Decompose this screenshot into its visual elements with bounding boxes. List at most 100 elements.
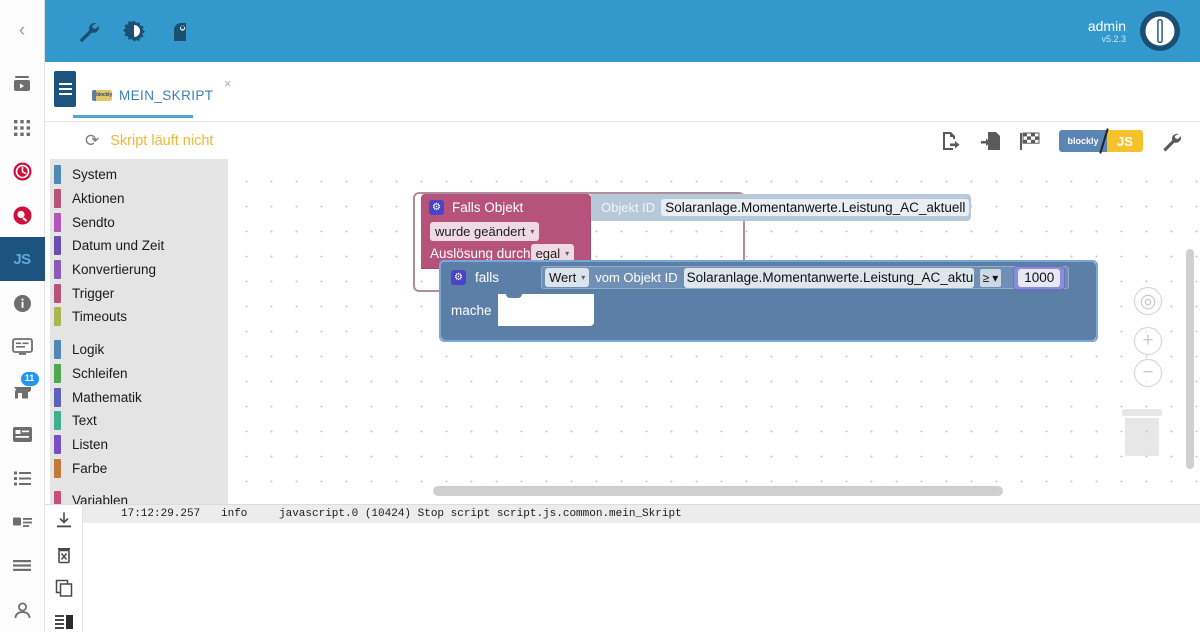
iobroker-logo[interactable]: [1138, 9, 1182, 53]
block-header: ⚙ Falls Objekt: [421, 194, 591, 220]
toolbox-item-schleifen[interactable]: Schleifen: [50, 362, 228, 386]
block-falls-objekt[interactable]: ⚙ Falls Objekt wurde geändert ▾ Auslösun…: [421, 194, 591, 269]
log-level: info: [221, 508, 248, 520]
minus-icon: −: [1134, 359, 1162, 387]
blockly-js-toggle[interactable]: blockly JS: [1059, 128, 1143, 154]
gear-icon[interactable]: ⚙: [451, 269, 466, 285]
toolbox-item-label: Variablen: [72, 493, 129, 504]
chevron-down-icon: ▾: [992, 270, 999, 285]
history-clock-icon: [13, 162, 31, 181]
script-tab[interactable]: blockly MEIN_SKRIPT ×: [90, 72, 231, 118]
category-color-swatch: [54, 458, 61, 478]
sidebar-item-logs[interactable]: [0, 325, 45, 369]
toolbox-item-listen[interactable]: Listen: [50, 433, 228, 457]
block-title: Falls Objekt: [452, 199, 524, 215]
sidebar-item-adapters[interactable]: [0, 106, 45, 150]
sidebar-item-files[interactable]: [0, 544, 45, 588]
vertical-scrollbar[interactable]: [1186, 249, 1194, 469]
toolbox-item-aktionen[interactable]: Aktionen: [50, 187, 228, 211]
horizontal-scrollbar[interactable]: [433, 486, 1003, 496]
sidebar-item-info[interactable]: [0, 281, 45, 325]
center-workspace-button[interactable]: ◎: [1134, 287, 1162, 315]
change-type-dropdown[interactable]: wurde geändert ▾: [430, 222, 540, 241]
sidebar-item-search[interactable]: [0, 193, 45, 237]
log-timestamp: 17:12:29.257: [121, 508, 201, 520]
toggle-script-list-button[interactable]: [54, 71, 76, 107]
topbar-user-area: admin v5.2.3: [1088, 9, 1182, 53]
zoom-out-button[interactable]: −: [1134, 359, 1162, 387]
category-color-swatch: [54, 283, 61, 303]
grid-icon: [14, 119, 30, 136]
collapse-drawer-button[interactable]: ‹: [0, 0, 45, 62]
toolbox-item-system[interactable]: System: [50, 163, 228, 187]
script-status-bar: ⟳ Skript läuft nicht blockly JS: [45, 123, 1200, 159]
toolbox-item-label: Listen: [72, 436, 109, 452]
wrench-icon[interactable]: [75, 18, 101, 44]
value-type-dropdown[interactable]: Wert ▾: [545, 268, 590, 287]
copy-log-icon[interactable]: [53, 578, 75, 599]
toolbox-item-logik[interactable]: Logik: [50, 338, 228, 362]
checkered-flag-icon[interactable]: [1019, 131, 1042, 151]
export-script-icon[interactable]: [941, 131, 963, 151]
clear-log-icon[interactable]: [53, 545, 75, 566]
toolbox-item-sendto[interactable]: Sendto: [50, 210, 228, 234]
sidebar-item-scripts[interactable]: JS: [0, 237, 45, 282]
sidebar-item-scenes[interactable]: [0, 62, 45, 106]
objekt-id-label: Objekt ID: [601, 200, 656, 215]
sidebar-item-objects[interactable]: [0, 457, 45, 501]
log-output[interactable]: 17:12:29.257 info javascript.0 (10424) S…: [83, 505, 1200, 632]
block-falls[interactable]: ⚙ falls Wert ▾ vom Objekt ID Solaranlage…: [441, 262, 1096, 340]
scenes-icon: [14, 75, 30, 91]
category-color-swatch: [54, 363, 61, 383]
blockly-canvas[interactable]: ⚙ Falls Objekt wurde geändert ▾ Auslösun…: [228, 159, 1200, 504]
contrast-icon[interactable]: [121, 18, 147, 44]
download-log-icon[interactable]: [53, 511, 75, 532]
sidebar-item-users[interactable]: [0, 588, 45, 632]
if-label: falls: [475, 269, 500, 285]
toolbox-item-text[interactable]: Text: [50, 409, 228, 433]
left-icon-rail: ‹ JS 11: [0, 0, 45, 632]
user-icon: [14, 602, 30, 618]
toolbox-item-label: Sendto: [72, 214, 115, 230]
log-layout-icon[interactable]: [53, 612, 75, 632]
trash-lid: [1122, 409, 1162, 416]
toolbox-item-trigger[interactable]: Trigger: [50, 281, 228, 305]
toolbox-item-timeouts[interactable]: Timeouts: [50, 305, 228, 329]
toolbox-item-mathematik[interactable]: Mathematik: [50, 385, 228, 409]
script-tab-strip: blockly MEIN_SKRIPT ×: [45, 62, 1200, 122]
sidebar-item-history[interactable]: [0, 150, 45, 194]
condition-objekt-id-value[interactable]: Solaranlage.Momentanwerte.Leistung_AC_ak…: [683, 267, 974, 288]
trigger-by-value: egal: [535, 246, 561, 261]
log-screen-icon: [11, 337, 33, 355]
category-color-swatch: [54, 307, 61, 327]
zoom-in-button[interactable]: +: [1134, 327, 1162, 355]
block-number[interactable]: 1000: [1013, 265, 1066, 290]
sidebar-item-enums[interactable]: [0, 500, 45, 544]
objekt-id-field-group: Objekt ID Solaranlage.Momentanwerte.Leis…: [591, 194, 972, 221]
comparison-operator-dropdown[interactable]: ≥ ▾: [979, 268, 1002, 287]
chevron-down-icon: ▾: [530, 227, 535, 236]
gear-icon[interactable]: ⚙: [429, 199, 444, 215]
script-settings-icon[interactable]: [1160, 130, 1182, 152]
close-icon[interactable]: ×: [224, 76, 232, 91]
category-color-swatch: [54, 340, 61, 360]
trash-can-icon[interactable]: [1122, 409, 1162, 456]
expert-mode-icon[interactable]: [167, 18, 193, 44]
trigger-by-dropdown[interactable]: egal ▾: [530, 244, 575, 263]
objekt-id-value[interactable]: Solaranlage.Momentanwerte.Leistung_AC_ak…: [661, 199, 970, 216]
toolbox-item-label: Farbe: [72, 460, 108, 476]
sidebar-item-store[interactable]: 11: [0, 369, 45, 413]
restart-script-icon[interactable]: ⟳: [85, 131, 99, 151]
import-script-icon[interactable]: [980, 131, 1002, 151]
toolbox-item-variablen[interactable]: Variablen: [50, 489, 228, 504]
toolbox-item-label: Mathematik: [72, 389, 142, 405]
javascript-icon: JS: [13, 250, 31, 268]
sidebar-item-instances[interactable]: [0, 413, 45, 457]
toolbox-item-konvertierung[interactable]: Konvertierung: [50, 258, 228, 282]
toolbox-item-datum-und-zeit[interactable]: Datum und Zeit: [50, 234, 228, 258]
blockly-editor: System Aktionen Sendto Datum und Zeit Ko…: [45, 159, 1200, 504]
toolbox-item-label: Konvertierung: [72, 262, 157, 278]
do-statement-slot[interactable]: [497, 294, 594, 326]
toolbox-item-farbe[interactable]: Farbe: [50, 456, 228, 480]
number-value[interactable]: 1000: [1018, 268, 1061, 287]
